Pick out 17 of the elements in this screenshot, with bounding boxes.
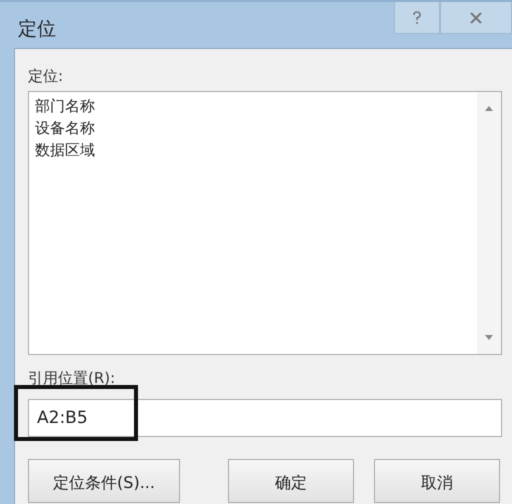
- window-title: 定位: [18, 17, 56, 42]
- list-item[interactable]: 部门名称: [35, 95, 471, 117]
- help-button[interactable]: [394, 2, 440, 34]
- close-button[interactable]: [440, 2, 512, 34]
- reference-field[interactable]: A2:B5: [28, 399, 502, 437]
- dialog-button[interactable]: 定位条件(S)...: [28, 459, 180, 503]
- help-icon: [412, 10, 422, 24]
- list-item[interactable]: 设备名称: [35, 117, 471, 139]
- scroll-up-icon: [484, 104, 494, 112]
- scroll-down-icon: [484, 334, 494, 342]
- reference-label: 引用位置(R):: [28, 369, 116, 389]
- list-item[interactable]: 数据区域: [35, 139, 471, 161]
- close-icon: [469, 12, 483, 24]
- dialog-button[interactable]: 取消: [374, 459, 500, 503]
- dialog-button[interactable]: 确定: [228, 459, 354, 503]
- scrollbar[interactable]: [477, 92, 501, 354]
- goto-label: 定位:: [28, 67, 64, 87]
